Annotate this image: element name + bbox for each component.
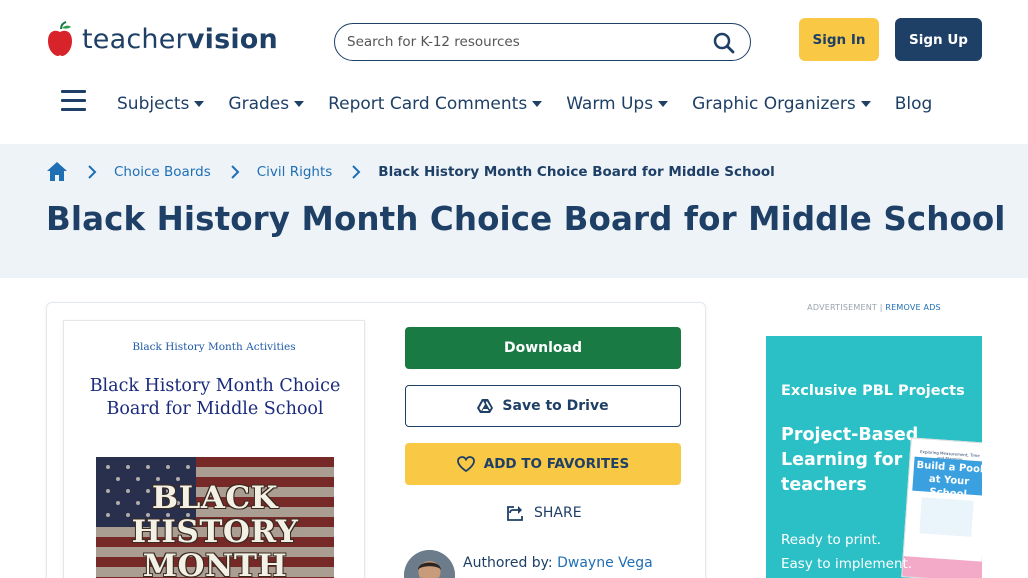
resource-preview-image[interactable]: Black History Month Activities Black His…: [63, 320, 365, 578]
nav-item-report-card-comments[interactable]: Report Card Comments: [328, 94, 543, 114]
download-button[interactable]: Download: [405, 327, 681, 369]
share-icon: [507, 506, 523, 521]
preview-cover-text: BLACK HISTORY MONTH: [131, 480, 299, 578]
caret-down-icon: [532, 101, 543, 107]
ad-book-cover: Exploring Measurement, Time and Mapping …: [901, 437, 982, 578]
logo-text-vision: vision: [186, 23, 278, 55]
nav-item-grades[interactable]: Grades: [228, 94, 305, 114]
avatar-portrait-icon: [404, 550, 455, 578]
nav-item-graphic-organizers[interactable]: Graphic Organizers: [692, 94, 871, 114]
caret-down-icon: [294, 101, 305, 107]
ad-line-1: Ready to print.: [781, 532, 882, 548]
sign-in-button[interactable]: Sign In: [799, 18, 879, 61]
breadcrumb-link-civil-rights[interactable]: Civil Rights: [257, 164, 333, 180]
chevron-right-icon: [352, 165, 361, 179]
ad-line-2: Easy to implement.: [781, 556, 913, 572]
author-name-link[interactable]: Dwayne Vega: [557, 555, 653, 571]
ad-book-title: Build a Pool at Your School: [912, 456, 982, 500]
save-to-drive-button[interactable]: Save to Drive: [405, 385, 681, 427]
page-title: Black History Month Choice Board for Mid…: [46, 200, 1006, 238]
share-label: SHARE: [534, 505, 582, 521]
caret-down-icon: [194, 101, 205, 107]
ad-book-footer: [902, 556, 982, 578]
remove-ads-link[interactable]: REMOVE ADS: [885, 303, 940, 312]
apple-logo-icon: [48, 21, 72, 56]
author-avatar: [404, 550, 455, 578]
nav-item-blog[interactable]: Blog: [895, 94, 933, 114]
heart-icon: [456, 456, 475, 472]
main-nav: Subjects Grades Report Card Comments War…: [117, 90, 956, 118]
nav-item-label: Subjects: [117, 94, 190, 114]
search-input[interactable]: [347, 30, 697, 54]
ad-label-text: ADVERTISEMENT |: [807, 303, 883, 312]
author-info: Authored by: Dwayne Vega: [404, 550, 653, 578]
chevron-right-icon: [88, 165, 97, 179]
breadcrumb-link-choice-boards[interactable]: Choice Boards: [114, 164, 211, 180]
hamburger-menu-icon[interactable]: [61, 90, 86, 112]
preview-subtitle: Black History Month Activities: [132, 341, 296, 353]
add-to-favorites-label: ADD TO FAVORITES: [483, 456, 630, 472]
caret-down-icon: [658, 101, 669, 107]
nav-item-subjects[interactable]: Subjects: [117, 94, 205, 114]
nav-item-label: Grades: [228, 94, 290, 114]
advertisement-label: ADVERTISEMENT | REMOVE ADS: [766, 303, 982, 312]
google-drive-icon: [477, 399, 494, 413]
share-button[interactable]: SHARE: [507, 501, 582, 525]
add-to-favorites-button[interactable]: ADD TO FAVORITES: [405, 443, 681, 485]
chevron-right-icon: [231, 165, 240, 179]
preview-title: Black History Month Choice Board for Mid…: [89, 376, 341, 419]
nav-item-warm-ups[interactable]: Warm Ups: [566, 94, 669, 114]
ad-book-illustration: [919, 497, 974, 537]
search-bar: [334, 23, 751, 61]
logo-text-teacher: teacher: [82, 23, 187, 55]
nav-item-label: Warm Ups: [566, 94, 654, 114]
breadcrumb: Choice Boards Civil Rights Black History…: [46, 158, 775, 186]
sign-up-button[interactable]: Sign Up: [895, 18, 982, 61]
search-icon[interactable]: [712, 31, 736, 55]
teachervision-logo[interactable]: teachervision: [46, 20, 278, 58]
caret-down-icon: [860, 101, 871, 107]
author-label: Authored by:: [463, 555, 553, 571]
nav-item-label: Blog: [894, 94, 933, 114]
home-icon[interactable]: [46, 161, 68, 183]
save-to-drive-label: Save to Drive: [502, 398, 609, 414]
site-header: teachervision Sign In Sign Up Subjects G…: [0, 0, 1028, 144]
breadcrumb-current: Black History Month Choice Board for Mid…: [378, 164, 775, 180]
ad-heading: Exclusive PBL Projects: [781, 383, 965, 399]
pbl-advertisement[interactable]: Exclusive PBL Projects Project-Based Lea…: [766, 336, 982, 578]
ad-tagline: Ready to print. Easy to implement.: [781, 528, 912, 576]
nav-item-label: Report Card Comments: [328, 94, 528, 114]
nav-item-label: Graphic Organizers: [692, 94, 856, 114]
